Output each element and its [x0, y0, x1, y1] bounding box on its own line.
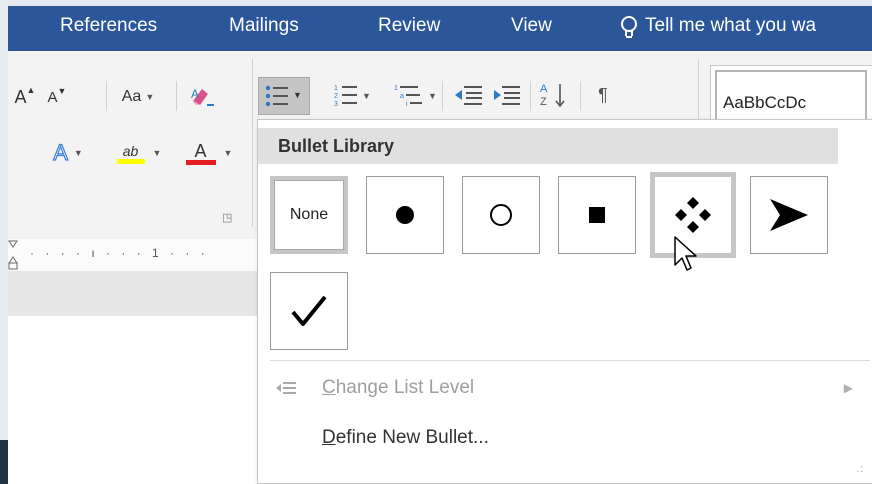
change-case-button[interactable]: Aa ▼: [112, 81, 164, 113]
document-page[interactable]: [8, 316, 258, 484]
bullet-checkmark-option[interactable]: [270, 272, 348, 350]
shrink-font-icon: A: [47, 88, 58, 106]
svg-text:A: A: [191, 87, 199, 101]
hollow-circle-bullet-icon: [490, 204, 512, 226]
bullet-hollow-circle-option[interactable]: [462, 176, 540, 254]
svg-text:1: 1: [334, 85, 338, 92]
define-new-bullet-menu-item[interactable]: Define New Bullet...: [258, 414, 872, 462]
ribbon-tab-bar: References Mailings Review View Tell me …: [8, 6, 872, 51]
chevron-down-icon[interactable]: ▼: [362, 91, 371, 101]
divider: [530, 81, 531, 111]
bullets-button[interactable]: ▼: [258, 77, 310, 115]
submenu-arrow-icon: ▶: [843, 381, 853, 395]
grow-font-button[interactable]: A ▲: [12, 81, 38, 113]
font-color-button[interactable]: A ▼: [174, 137, 244, 169]
chevron-down-icon[interactable]: ▼: [428, 91, 437, 101]
chevron-down-icon: ▼: [152, 148, 162, 158]
window-left-edge-dark: [0, 440, 8, 484]
svg-text:3: 3: [334, 101, 338, 106]
chevron-down-icon: ▼: [293, 90, 302, 100]
svg-text:A: A: [540, 83, 548, 95]
shrink-font-button[interactable]: A ▼: [44, 81, 70, 113]
highlight-swatch: [116, 158, 145, 164]
define-new-bullet-accel: D: [322, 427, 336, 448]
filled-circle-bullet-icon: [396, 206, 414, 224]
define-new-bullet-label: efine New Bullet...: [335, 427, 489, 448]
divider: [252, 59, 253, 227]
window-left-edge: [0, 0, 8, 484]
tab-references[interactable]: References: [60, 15, 157, 37]
bullet-list-icon: [265, 85, 288, 107]
change-case-label: Aa: [121, 88, 142, 105]
clear-formatting-icon[interactable]: A: [190, 85, 218, 109]
tab-review[interactable]: Review: [378, 15, 440, 37]
divider: [442, 81, 443, 111]
chevron-down-icon: ▼: [73, 148, 83, 158]
styles-gallery[interactable]: AaBbCcDc: [710, 65, 872, 128]
svg-text:1: 1: [394, 85, 398, 92]
divider: [106, 81, 107, 111]
svg-text:2: 2: [334, 93, 338, 100]
filled-square-bullet-icon: [589, 207, 605, 223]
bullet-library-header: Bullet Library: [258, 128, 838, 164]
decrease-indent-icon[interactable]: [454, 84, 484, 106]
mouse-pointer-icon: [674, 236, 697, 271]
text-effects-button[interactable]: A ▼: [38, 137, 98, 169]
checkmark-bullet-icon: [291, 295, 327, 326]
sort-icon[interactable]: A Z: [540, 81, 570, 109]
tell-me-search[interactable]: Tell me what you wa: [645, 15, 816, 37]
indent-marker-icon[interactable]: [8, 239, 18, 271]
menu-divider: [270, 360, 870, 361]
pilcrow-icon: ¶: [598, 84, 608, 105]
bullet-arrowhead-option[interactable]: [750, 176, 828, 254]
change-list-level-accel: C: [322, 377, 336, 398]
none-label: None: [289, 206, 329, 223]
highlight-icon: ab: [122, 142, 139, 159]
bullet-library-dropdown: Bullet Library None Change List Level ▶ …: [257, 119, 872, 484]
bullet-none-option[interactable]: None: [270, 176, 348, 254]
chevron-down-icon: ▼: [145, 92, 155, 102]
horizontal-ruler: · · · · ı · · · 1 · · ·: [8, 239, 258, 272]
multilevel-list-icon[interactable]: 1 a i: [394, 84, 424, 106]
change-list-level-label: hange List Level: [335, 377, 475, 398]
divider: [580, 81, 581, 111]
change-list-level-icon: [276, 382, 296, 394]
font-color-icon: A: [194, 140, 207, 161]
ruler-ticks: · · · · ı · · · 1 · · ·: [30, 246, 209, 260]
four-diamond-bullet-icon: [675, 197, 711, 233]
change-list-level-menu-item[interactable]: Change List Level ▶: [258, 364, 872, 412]
show-formatting-marks-button[interactable]: ¶: [586, 79, 620, 111]
lightbulb-icon[interactable]: [618, 14, 640, 42]
font-color-swatch: [185, 159, 216, 165]
svg-text:a: a: [400, 93, 404, 100]
divider: [176, 81, 177, 111]
document-background: [8, 271, 258, 316]
bullet-filled-circle-option[interactable]: [366, 176, 444, 254]
bullet-library-title: Bullet Library: [278, 135, 395, 156]
chevron-down-icon: ▼: [223, 148, 233, 158]
highlight-color-button[interactable]: ab ▼: [104, 137, 174, 169]
resize-grip-icon[interactable]: .:: [856, 464, 864, 475]
style-normal-sample[interactable]: AaBbCcDc: [723, 93, 806, 113]
svg-text:i: i: [406, 101, 408, 106]
increase-indent-icon[interactable]: [492, 84, 522, 106]
tab-view[interactable]: View: [511, 15, 552, 37]
svg-text:Z: Z: [540, 96, 547, 108]
font-dialog-launcher-icon[interactable]: ◳: [222, 211, 232, 224]
numbering-icon[interactable]: 1 2 3: [334, 84, 358, 106]
grow-font-icon: A: [14, 86, 27, 107]
bullet-filled-square-option[interactable]: [558, 176, 636, 254]
tab-mailings[interactable]: Mailings: [229, 15, 299, 37]
text-effects-icon: A: [53, 139, 69, 165]
arrowhead-bullet-icon: [770, 199, 808, 231]
